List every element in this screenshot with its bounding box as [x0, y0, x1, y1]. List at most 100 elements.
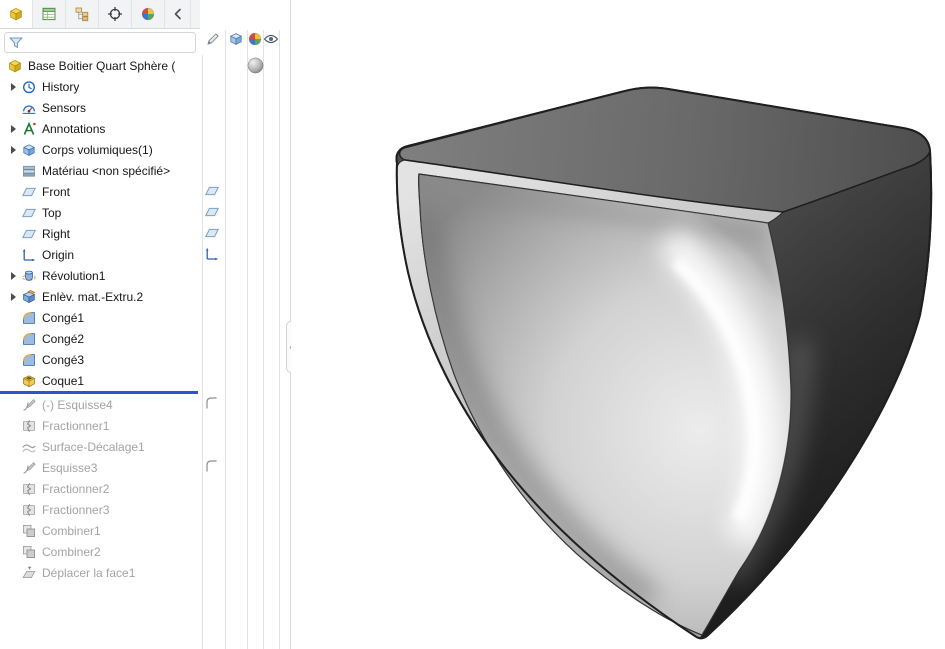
tree-item-label: Surface-Décalage1 — [42, 440, 145, 454]
dimxpert-target-icon — [107, 6, 123, 22]
shell-icon — [21, 373, 38, 389]
fillet-icon — [21, 310, 38, 326]
plane-icon[interactable] — [204, 204, 220, 220]
tree-item-esquisse4[interactable]: (-) Esquisse4 — [0, 394, 200, 415]
tree-item-origin[interactable]: Origin — [0, 244, 200, 265]
sketch-contour-icon[interactable] — [204, 458, 220, 474]
part-icon — [7, 58, 24, 74]
display-state-cube-icon[interactable] — [228, 31, 244, 47]
tree-item-label: Matériau <non spécifié> — [42, 164, 170, 178]
tree-item-label: Combiner2 — [42, 545, 101, 559]
collapse-pane-button[interactable] — [165, 0, 191, 28]
sensors-icon — [21, 100, 38, 116]
history-icon — [21, 79, 38, 95]
tab-propertymanager[interactable] — [33, 0, 66, 28]
solid-bodies-icon — [21, 142, 38, 158]
tree-item-coque1[interactable]: Coque1 — [0, 370, 200, 391]
tree-item-label: Fractionner2 — [42, 482, 109, 496]
pencil-icon[interactable] — [205, 31, 221, 47]
feature-tree: Base Boitier Quart Sphère ( History Sens… — [0, 55, 200, 583]
split-icon — [21, 502, 38, 518]
tree-item-surface-decalage1[interactable]: Surface-Décalage1 — [0, 436, 200, 457]
tree-item-revolution1[interactable]: Révolution1 — [0, 265, 200, 286]
tab-featuremanager[interactable] — [0, 0, 33, 28]
tree-item-right-plane[interactable]: Right — [0, 223, 200, 244]
tree-item-front-plane[interactable]: Front — [0, 181, 200, 202]
tree-item-label: Sensors — [42, 101, 86, 115]
expand-arrow-icon[interactable] — [6, 139, 21, 160]
tree-item-conge3[interactable]: Congé3 — [0, 349, 200, 370]
tree-item-fractionner2[interactable]: Fractionner2 — [0, 478, 200, 499]
appearance-ball-icon[interactable] — [247, 31, 263, 47]
tab-displaymanager[interactable] — [132, 0, 165, 28]
column-divider — [247, 30, 248, 649]
annotations-icon — [21, 121, 38, 137]
tree-filter-input[interactable] — [4, 32, 196, 53]
display-manager-ball-icon — [140, 6, 156, 22]
revolve-icon — [21, 268, 38, 284]
split-icon — [21, 481, 38, 497]
graphics-viewport[interactable] — [291, 0, 945, 649]
plane-icon — [21, 205, 38, 221]
plane-icon — [21, 226, 38, 242]
tree-item-fractionner3[interactable]: Fractionner3 — [0, 499, 200, 520]
expand-arrow-icon[interactable] — [6, 265, 21, 286]
tree-item-cut-extrude2[interactable]: Enlèv. mat.-Extru.2 — [0, 286, 200, 307]
tree-item-conge2[interactable]: Congé2 — [0, 328, 200, 349]
3d-model[interactable] — [291, 0, 945, 649]
fillet-icon — [21, 352, 38, 368]
tree-item-label: Coque1 — [42, 374, 84, 388]
tree-item-conge1[interactable]: Congé1 — [0, 307, 200, 328]
tree-item-sensors[interactable]: Sensors — [0, 97, 200, 118]
column-divider — [279, 30, 280, 649]
tree-item-label: Esquisse3 — [42, 461, 97, 475]
tab-configurationmanager[interactable] — [66, 0, 99, 28]
part-icon — [8, 6, 24, 22]
tree-item-label: Fractionner1 — [42, 419, 109, 433]
eye-icon[interactable] — [263, 31, 279, 47]
tree-item-esquisse3[interactable]: Esquisse3 — [0, 457, 200, 478]
tree-item-solid-bodies[interactable]: Corps volumiques(1) — [0, 139, 200, 160]
sketch-contour-icon[interactable] — [204, 395, 220, 411]
tree-item-label: Combiner1 — [42, 524, 101, 538]
tree-item-history[interactable]: History — [0, 76, 200, 97]
column-divider — [263, 30, 264, 649]
tree-item-label: Right — [42, 227, 70, 241]
tree-item-label: History — [42, 80, 79, 94]
tree-item-part-root[interactable]: Base Boitier Quart Sphère ( — [0, 55, 200, 76]
column-divider — [225, 30, 226, 649]
fillet-icon — [21, 331, 38, 347]
tree-item-combiner1[interactable]: Combiner1 — [0, 520, 200, 541]
appearance-swatch-sphere[interactable] — [247, 57, 264, 74]
tree-item-label: Top — [42, 206, 61, 220]
filter-funnel-icon[interactable] — [8, 35, 24, 51]
tree-filter-bar — [0, 30, 200, 54]
tab-dimxpertmanager[interactable] — [99, 0, 132, 28]
column-divider — [202, 55, 203, 649]
tree-item-top-plane[interactable]: Top — [0, 202, 200, 223]
tree-item-label: Annotations — [42, 122, 105, 136]
plane-icon — [21, 184, 38, 200]
tree-item-fractionner1[interactable]: Fractionner1 — [0, 415, 200, 436]
expand-arrow-icon[interactable] — [6, 76, 21, 97]
split-icon — [21, 418, 38, 434]
tree-item-label: Enlèv. mat.-Extru.2 — [42, 290, 143, 304]
expand-arrow-icon[interactable] — [6, 286, 21, 307]
origin-icon[interactable] — [204, 246, 220, 262]
plane-icon[interactable] — [204, 225, 220, 241]
tree-item-deplacer-la-face1[interactable]: Déplacer la face1 — [0, 562, 200, 583]
tree-item-label: Fractionner3 — [42, 503, 109, 517]
manager-tab-bar — [0, 0, 200, 29]
tree-item-label: Corps volumiques(1) — [42, 143, 153, 157]
tree-item-annotations[interactable]: Annotations — [0, 118, 200, 139]
material-icon — [21, 163, 38, 179]
tree-item-label: Origin — [42, 248, 74, 262]
tree-item-label: Révolution1 — [42, 269, 105, 283]
tree-item-material[interactable]: Matériau <non spécifié> — [0, 160, 200, 181]
tree-item-combiner2[interactable]: Combiner2 — [0, 541, 200, 562]
tree-item-label: Congé3 — [42, 353, 84, 367]
tree-item-label: Congé1 — [42, 311, 84, 325]
expand-arrow-icon[interactable] — [6, 118, 21, 139]
solidworks-window: Base Boitier Quart Sphère ( History Sens… — [0, 0, 945, 649]
plane-icon[interactable] — [204, 183, 220, 199]
